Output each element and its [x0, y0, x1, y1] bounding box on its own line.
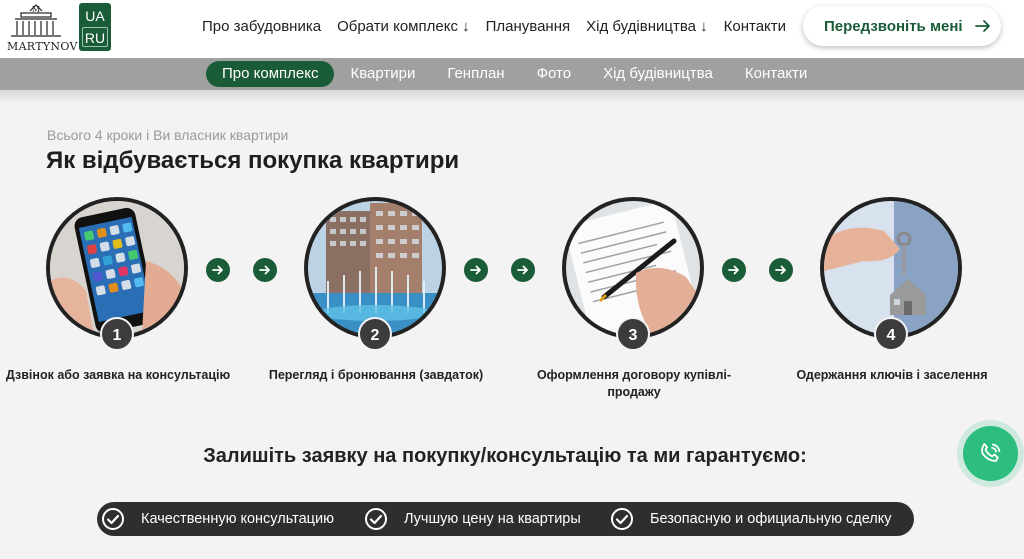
section-title: Як відбувається покупка квартири — [46, 147, 460, 174]
step-2-caption: Перегляд і бронювання (завдаток) — [268, 368, 484, 382]
guarantee-title: Залишіть заявку на покупку/консультацію … — [203, 445, 807, 467]
top-header: M MARTYNOV UA RU Про забудовника Обрати … — [0, 0, 1024, 58]
check-circle-icon — [365, 508, 387, 530]
arrow-right-icon — [975, 20, 990, 32]
step-arrow-icon — [769, 258, 793, 282]
keys-house-photo-icon — [824, 201, 958, 335]
check-circle-icon — [102, 508, 124, 530]
nav-construction-progress[interactable]: Хід будівництва ↓ — [586, 18, 708, 38]
subnav-apartments[interactable]: Квартири — [334, 61, 431, 87]
section-nav: Про комплекс Квартири Генплан Фото Хід б… — [206, 61, 823, 87]
callback-button[interactable]: Передзвоніть мені — [803, 6, 1001, 46]
subnav-photo[interactable]: Фото — [521, 61, 587, 87]
step-arrow-icon — [253, 258, 277, 282]
language-switcher[interactable]: UA RU — [79, 3, 111, 51]
step-4: 4 Одержання ключів і заселення — [774, 197, 1024, 407]
floating-call-button[interactable] — [963, 426, 1018, 481]
smartphone-photo-icon — [50, 201, 184, 335]
nav-contacts[interactable]: Контакти — [724, 18, 786, 38]
step-4-number: 4 — [874, 317, 908, 351]
nav-choose-complex[interactable]: Обрати комплекс ↓ — [337, 18, 470, 38]
nav-layouts[interactable]: Планування — [486, 18, 571, 38]
logo-text: MARTYNOV — [7, 40, 78, 53]
section-kicker: Всього 4 кроки і Ви власник квартири — [47, 127, 289, 143]
step-1: 1 Дзвінок або заявка на консультацію — [0, 197, 258, 407]
step-4-caption: Одержання ключів і заселення — [796, 368, 988, 382]
lang-ru[interactable]: RU — [82, 27, 108, 47]
guarantee-label: Качественную консультацию — [141, 511, 334, 527]
check-circle-icon — [611, 508, 633, 530]
step-arrow-icon — [722, 258, 746, 282]
step-2: 2 Перегляд і бронювання (завдаток) — [258, 197, 516, 407]
main-nav: Про забудовника Обрати комплекс ↓ Планув… — [202, 18, 786, 38]
subnav-master-plan[interactable]: Генплан — [431, 61, 520, 87]
step-3: 3 Оформлення договору купівлі-продажу — [516, 197, 774, 407]
guarantee-bar: Качественную консультацию Лучшую цену на… — [97, 502, 914, 536]
martynov-logo[interactable]: M MARTYNOV — [7, 3, 78, 53]
nav-about-developer[interactable]: Про забудовника — [202, 18, 321, 38]
guarantee-item-price: Лучшую цену на квартиры — [364, 507, 581, 531]
section-nav-bar: Про комплекс Квартири Генплан Фото Хід б… — [0, 58, 1024, 90]
step-3-number: 3 — [616, 317, 650, 351]
step-arrow-icon — [464, 258, 488, 282]
step-1-caption: Дзвінок або заявка на консультацію — [5, 368, 231, 382]
signing-document-photo-icon — [566, 201, 700, 335]
step-arrow-icon — [511, 258, 535, 282]
lang-ua[interactable]: UA — [79, 8, 111, 25]
guarantee-label: Безопасную и официальную сделку — [650, 511, 892, 527]
step-3-caption: Оформлення договору купівлі-продажу — [536, 368, 732, 399]
fountain-buildings-photo-icon — [308, 201, 442, 335]
subnav-construction-progress[interactable]: Хід будівництва — [587, 61, 729, 87]
callback-label: Передзвоніть мені — [824, 18, 963, 35]
header-shadow — [0, 90, 1024, 104]
subnav-about-complex[interactable]: Про комплекс — [206, 61, 335, 87]
step-arrow-icon — [206, 258, 230, 282]
guarantee-label: Лучшую цену на квартиры — [404, 511, 581, 527]
phone-ringing-icon — [981, 443, 1001, 462]
guarantee-item-consultation: Качественную консультацию — [101, 507, 334, 531]
step-1-number: 1 — [100, 317, 134, 351]
subnav-contacts[interactable]: Контакти — [729, 61, 823, 87]
step-2-number: 2 — [358, 317, 392, 351]
svg-text:M: M — [32, 5, 40, 14]
logo-building-icon: M — [11, 4, 61, 37]
guarantee-item-safe-deal: Безопасную и официальную сделку — [610, 507, 892, 531]
